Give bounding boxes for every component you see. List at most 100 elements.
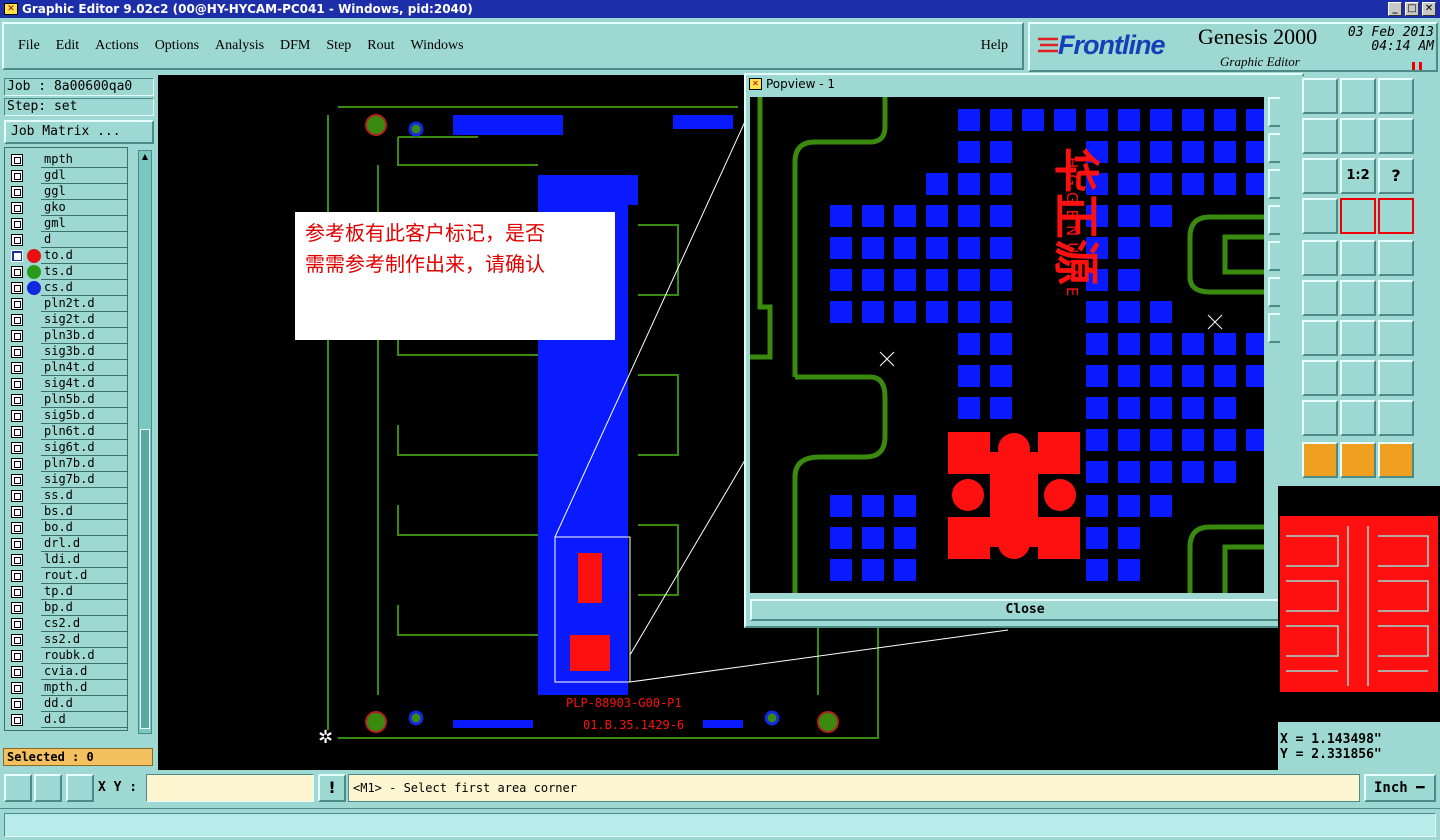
layer-checkbox[interactable]	[11, 666, 23, 678]
layer-checkbox[interactable]	[11, 618, 23, 630]
layer-name[interactable]: drl.d	[41, 536, 127, 552]
layer-row[interactable]: sig2t.d	[5, 312, 127, 328]
layer-checkbox[interactable]	[11, 410, 23, 422]
layer-row[interactable]: pln3b.d	[5, 328, 127, 344]
tool-button[interactable]	[1302, 78, 1338, 114]
layer-name[interactable]: pln4t.d	[41, 360, 127, 376]
layer-row[interactable]: mpth	[5, 152, 127, 168]
select-tool-button[interactable]	[1340, 442, 1376, 478]
layer-checkbox[interactable]	[11, 490, 23, 502]
xy-input[interactable]	[146, 774, 314, 802]
layer-checkbox[interactable]	[11, 650, 23, 662]
layer-row[interactable]: sig6t.d	[5, 440, 127, 456]
overview-minimap[interactable]	[1278, 486, 1440, 722]
layer-name[interactable]: cs.d	[41, 280, 127, 296]
layer-name[interactable]: sig6t.d	[41, 440, 127, 456]
layer-checkbox[interactable]	[11, 282, 23, 294]
layer-name[interactable]: mpth.d	[41, 680, 127, 696]
layer-row[interactable]: roubk.d	[5, 648, 127, 664]
tool-button[interactable]	[1302, 400, 1338, 436]
layer-row[interactable]: cs2.d	[5, 616, 127, 632]
layer-checkbox[interactable]	[11, 426, 23, 438]
layer-row[interactable]: sig3b.d	[5, 344, 127, 360]
layer-name[interactable]: pln3b.d	[41, 328, 127, 344]
tool-button[interactable]	[1378, 280, 1414, 316]
layer-name[interactable]: tp.d	[41, 584, 127, 600]
layer-row[interactable]: mpth.d	[5, 680, 127, 696]
layer-checkbox[interactable]	[11, 154, 23, 166]
popview-window[interactable]: ✕ Popview - 1 ✕	[744, 73, 1304, 628]
layer-row[interactable]: bo.d	[5, 520, 127, 536]
close-window-button[interactable]: ✕	[1422, 2, 1436, 16]
layer-row[interactable]: sig4t.d	[5, 376, 127, 392]
layer-name[interactable]: sig7b.d	[41, 472, 127, 488]
layer-checkbox[interactable]	[11, 346, 23, 358]
layer-name[interactable]: bp.d	[41, 600, 127, 616]
scroll-up-icon[interactable]: ▲	[140, 152, 150, 162]
layer-row[interactable]: tp.d	[5, 584, 127, 600]
window-titlebar[interactable]: ✕ Graphic Editor 9.02c2 (00@HY-HYCAM-PC0…	[0, 0, 1440, 18]
layer-checkbox[interactable]	[11, 186, 23, 198]
layer-row[interactable]: sig5b.d	[5, 408, 127, 424]
tool-button[interactable]	[1378, 118, 1414, 154]
layer-name[interactable]: d	[41, 232, 127, 248]
layer-checkbox[interactable]	[11, 298, 23, 310]
tool-button[interactable]	[1340, 198, 1376, 234]
tool-button[interactable]	[1340, 118, 1376, 154]
grid-icon[interactable]	[66, 774, 94, 802]
layer-row[interactable]: ggl	[5, 184, 127, 200]
tool-button[interactable]	[1302, 118, 1338, 154]
layer-checkbox[interactable]	[11, 682, 23, 694]
layer-name[interactable]: cvia.d	[41, 664, 127, 680]
layer-checkbox[interactable]	[11, 202, 23, 214]
layer-checkbox[interactable]	[11, 378, 23, 390]
layer-name[interactable]: ss.d	[41, 488, 127, 504]
layer-name[interactable]: sig3b.d	[41, 344, 127, 360]
layer-checkbox[interactable]	[11, 570, 23, 582]
layer-row[interactable]: d	[5, 232, 127, 248]
layer-row[interactable]: gko	[5, 200, 127, 216]
layer-name[interactable]: ss2.d	[41, 632, 127, 648]
menu-options[interactable]: Options	[155, 38, 199, 54]
layer-row[interactable]: dd.d	[5, 696, 127, 712]
units-dropdown[interactable]: Inch ━	[1364, 774, 1436, 802]
layer-checkbox[interactable]	[11, 554, 23, 566]
layer-name[interactable]: gdl	[41, 168, 127, 184]
job-matrix-button[interactable]: Job Matrix ...	[4, 120, 154, 144]
tool-button[interactable]	[1302, 240, 1338, 276]
layer-name[interactable]: roubk.d	[41, 648, 127, 664]
menu-file[interactable]: File	[18, 38, 40, 54]
layer-name[interactable]: bs.d	[41, 504, 127, 520]
tool-button[interactable]	[1340, 320, 1376, 356]
layer-checkbox[interactable]	[11, 394, 23, 406]
select-tool-button[interactable]	[1302, 442, 1338, 478]
layer-row[interactable]: ldi.d	[5, 552, 127, 568]
menu-rout[interactable]: Rout	[367, 38, 394, 54]
layer-row[interactable]: ss.d	[5, 488, 127, 504]
layer-checkbox[interactable]	[11, 170, 23, 182]
layer-row[interactable]: d.d	[5, 712, 127, 728]
layer-checkbox[interactable]	[11, 538, 23, 550]
menu-dfm[interactable]: DFM	[280, 38, 310, 54]
menu-analysis[interactable]: Analysis	[215, 38, 264, 54]
menu-windows[interactable]: Windows	[411, 38, 464, 54]
tool-button[interactable]	[1302, 360, 1338, 396]
layer-row[interactable]: sig7b.d	[5, 472, 127, 488]
layer-checkbox[interactable]	[11, 458, 23, 470]
layer-row[interactable]: ts.d	[5, 264, 127, 280]
layer-row[interactable]: cvia.d	[5, 664, 127, 680]
tool-button[interactable]	[1340, 360, 1376, 396]
menu-actions[interactable]: Actions	[95, 38, 139, 54]
layer-name[interactable]: pln7b.d	[41, 456, 127, 472]
layer-row[interactable]: pln2t.d	[5, 296, 127, 312]
layer-row[interactable]: bs.d	[5, 504, 127, 520]
layer-name[interactable]: sig5b.d	[41, 408, 127, 424]
layer-name[interactable]: bo.d	[41, 520, 127, 536]
tool-button[interactable]	[1340, 400, 1376, 436]
tool-button[interactable]	[1378, 240, 1414, 276]
tool-button[interactable]	[1302, 280, 1338, 316]
tool-button[interactable]	[1340, 280, 1376, 316]
layer-row[interactable]: cs.d	[5, 280, 127, 296]
tool-button[interactable]	[1340, 78, 1376, 114]
layer-row[interactable]: ss2.d	[5, 632, 127, 648]
